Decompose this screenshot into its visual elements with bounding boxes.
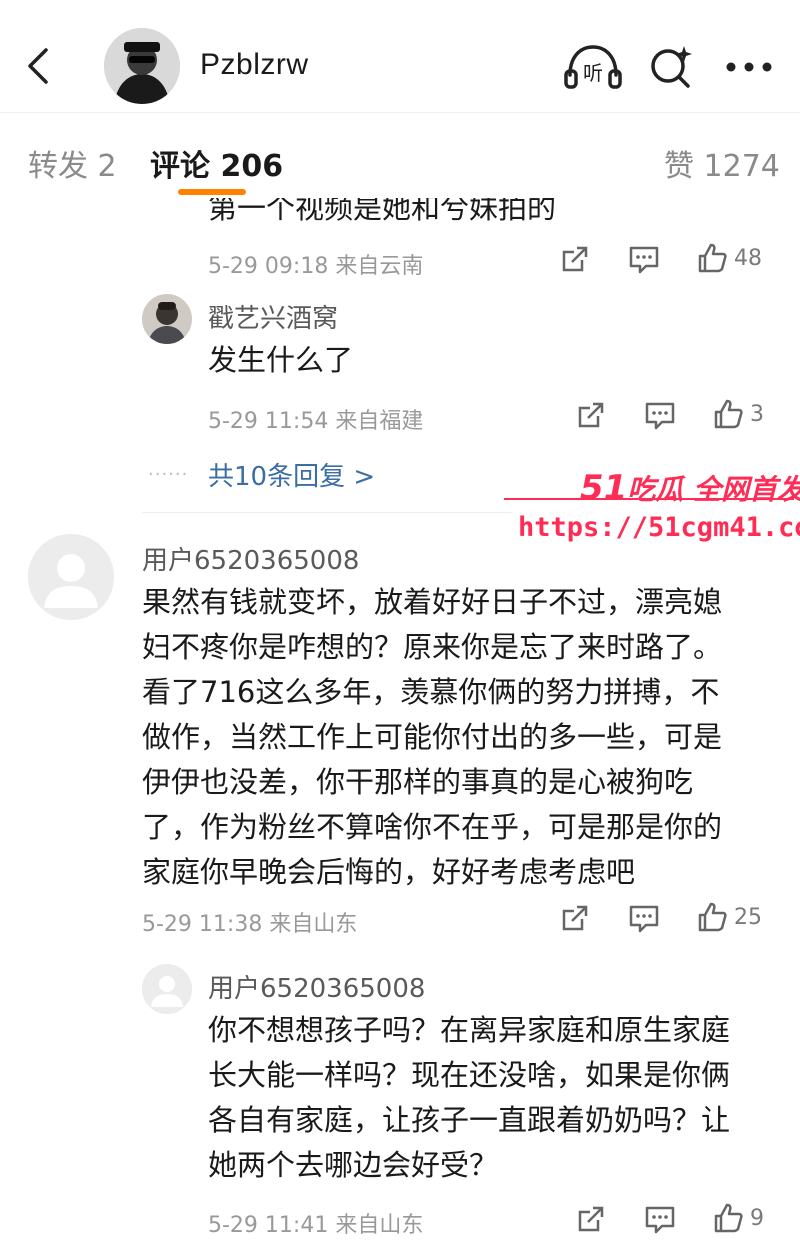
comment-text: 发生什么了	[208, 343, 354, 377]
comment-button[interactable]	[644, 1204, 676, 1234]
listen-button[interactable]: 听	[564, 42, 622, 92]
comment-line: 她两个去哪边会好受？	[208, 1148, 499, 1182]
avatar-image	[104, 28, 180, 104]
comment-icon	[645, 1206, 675, 1234]
comment-line: 你不想想孩子吗？在离异家庭和原生家庭	[208, 1013, 731, 1047]
watermark-title: 51吃瓜 全网首发	[580, 468, 800, 508]
comment-button[interactable]	[644, 400, 676, 430]
comment-line: 了，作为粉丝不算啥你不在乎，可是那是你的	[142, 810, 723, 844]
default-avatar-icon	[142, 964, 192, 1014]
comment-line: 长大能一样吗？现在还没啥，如果是你俩	[208, 1058, 731, 1092]
more-replies-link[interactable]: 共10条回复 >	[208, 456, 375, 493]
comment-meta: 5-29 11:41 来自山东	[208, 1213, 424, 1238]
commenter-name[interactable]: 戳艺兴酒窝	[208, 298, 338, 335]
more-button[interactable]	[720, 42, 778, 92]
user-avatar[interactable]	[104, 28, 180, 104]
comment-icon	[645, 402, 675, 430]
search-button[interactable]	[642, 42, 700, 92]
active-tab-indicator	[178, 189, 246, 195]
listen-label: 听	[583, 61, 603, 85]
like-count: 3	[750, 401, 764, 427]
back-button[interactable]	[18, 40, 58, 92]
watermark-url: https://51cgm41.com	[518, 512, 800, 543]
watermark-line	[504, 498, 794, 500]
comment-line: 看了716这么多年，羡慕你俩的努力拼搏，不	[142, 675, 720, 709]
like-count: 25	[734, 904, 762, 930]
comment-line: 各自有家庭，让孩子一直跟着奶奶吗？让	[208, 1103, 731, 1137]
commenter-name[interactable]: 用户6520365008	[208, 968, 425, 1005]
share-button[interactable]	[576, 400, 606, 430]
like-button[interactable]: 9	[712, 1202, 764, 1234]
comment-line: 妇不疼你是咋想的？原来你是忘了来时路了。	[142, 630, 723, 664]
commenter-avatar[interactable]	[142, 964, 192, 1014]
share-icon	[578, 1206, 604, 1232]
comment-line: 伊伊也没差，你干那样的事真的是心被狗吃	[142, 765, 694, 799]
headphones-icon: 听	[564, 45, 622, 89]
comment-icon	[629, 246, 659, 274]
comment-line: 做作，当然工作上可能你付出的多一些，可是	[142, 720, 723, 754]
divider	[142, 512, 512, 513]
like-button[interactable]: 25	[696, 901, 762, 933]
share-button[interactable]	[560, 903, 590, 933]
share-button[interactable]	[560, 244, 590, 274]
like-button[interactable]: 3	[712, 398, 764, 430]
thumbs-up-icon	[714, 1203, 743, 1233]
tab-comments[interactable]: 评论 206	[150, 141, 283, 185]
thumbs-up-icon	[714, 399, 743, 429]
thumbs-up-icon	[698, 243, 727, 273]
default-avatar-icon	[28, 534, 114, 620]
share-icon	[578, 402, 604, 428]
comment-button[interactable]	[628, 903, 660, 933]
commenter-avatar[interactable]	[142, 294, 192, 344]
comment-button[interactable]	[628, 244, 660, 274]
share-icon	[562, 905, 588, 931]
comment-meta: 5-29 11:54 来自福建	[208, 409, 424, 434]
like-count: 48	[734, 245, 762, 271]
search-sparkle-icon	[651, 46, 692, 88]
like-button[interactable]: 48	[696, 242, 762, 274]
share-icon	[562, 246, 588, 272]
top-bar: Pzblzrw 听	[0, 0, 800, 112]
share-button[interactable]	[576, 1204, 606, 1234]
commenter-avatar[interactable]	[28, 534, 114, 620]
comment-icon	[629, 905, 659, 933]
tab-reposts[interactable]: 转发 2	[28, 141, 117, 185]
commenter-name[interactable]: 用户6520365008	[142, 540, 359, 577]
tab-bar: 转发 2 评论 206 赞 1274	[0, 112, 800, 202]
avatar-image	[142, 294, 192, 344]
tab-likes[interactable]: 赞 1274	[664, 141, 780, 185]
comment-meta: 5-29 09:18 来自云南	[208, 254, 424, 279]
comment-meta: 5-29 11:38 来自山东	[142, 912, 358, 937]
more-dots-icon	[726, 62, 772, 72]
like-count: 9	[750, 1205, 764, 1231]
thumbs-up-icon	[698, 902, 727, 932]
comment-line: 果然有钱就变坏，放着好好日子不过，漂亮媳	[142, 585, 723, 619]
comment-line: 家庭你早晚会后悔的，好好考虑考虑吧	[142, 855, 636, 889]
chevron-left-icon	[28, 48, 48, 84]
replies-dots: ······	[148, 464, 189, 485]
username[interactable]: Pzblzrw	[200, 48, 309, 82]
